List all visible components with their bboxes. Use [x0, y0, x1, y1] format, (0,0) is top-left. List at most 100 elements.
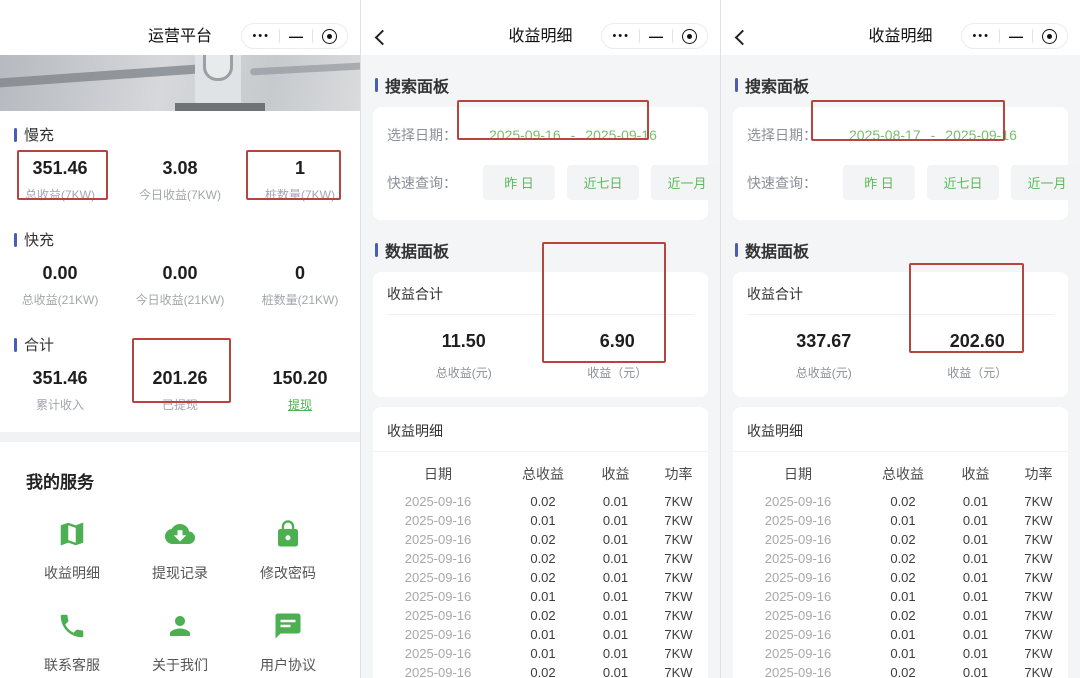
table-row: 2025-09-16 0.02 0.01 7KW — [373, 492, 708, 511]
cell-power: 7KW — [1024, 532, 1053, 547]
cell-income: 0.01 — [602, 665, 629, 678]
last-month-button[interactable]: 近一月 — [1011, 165, 1080, 200]
cell-power: 7KW — [1024, 513, 1053, 528]
cell-date: 2025-09-16 — [404, 513, 472, 528]
cell-income: 0.01 — [962, 665, 989, 678]
navbar: 运营平台 ••• — — [0, 0, 360, 55]
stat-total-income: 337.67 总收益(元) — [795, 331, 852, 380]
screen-income-detail-month: 收益明细 ••• — 搜索面板 选择日期： 2025-08-17 - 2025-… — [720, 0, 1080, 678]
col-header-total-income: 总收益 — [882, 466, 924, 482]
cell-income: 0.01 — [962, 646, 989, 661]
service-user-agreement[interactable]: 用户协议 — [260, 611, 316, 675]
cell-total-income: 0.02 — [530, 608, 556, 623]
yesterday-button[interactable]: 昨 日 — [483, 165, 555, 200]
cell-power: 7KW — [1024, 589, 1053, 604]
service-withdraw-records[interactable]: 提现记录 — [152, 519, 208, 583]
stat-fast-pile-count: 0 桩数量(21KW) — [261, 263, 339, 307]
minimize-icon[interactable]: — — [649, 29, 663, 43]
back-chevron-icon[interactable] — [734, 29, 751, 46]
cell-power: 7KW — [1024, 570, 1053, 585]
quick-query-row: 快速查询： 昨 日 近七日 近一月 — [747, 155, 1080, 210]
cell-total-income: 0.02 — [890, 608, 916, 623]
last-month-button[interactable]: 近一月 — [651, 165, 720, 200]
section-bar — [375, 243, 378, 257]
table-row: 2025-09-16 0.02 0.01 7KW — [373, 568, 708, 587]
cell-date: 2025-09-16 — [404, 608, 472, 623]
date-range-picker[interactable]: 2025-08-17 - 2025-09-16 — [835, 127, 1017, 143]
quick-query-label: 快速查询： — [387, 174, 457, 191]
table-header: 日期 总收益 收益 功率 — [733, 452, 1068, 492]
table-row: 2025-09-16 0.02 0.01 7KW — [733, 530, 1068, 549]
table-row: 2025-09-16 0.01 0.01 7KW — [373, 644, 708, 663]
cell-total-income: 0.02 — [530, 570, 556, 585]
withdraw-link[interactable]: 提现 — [240, 396, 360, 413]
date-start[interactable]: 2025-08-17 — [849, 127, 921, 143]
table-row: 2025-09-16 0.02 0.01 7KW — [733, 492, 1068, 511]
summary-title: 收益合计 — [387, 284, 694, 315]
cell-total-income: 0.02 — [530, 532, 556, 547]
stat-income: 6.90 收益（元） — [587, 331, 648, 380]
page-title: 收益明细 — [868, 28, 933, 45]
target-icon[interactable] — [682, 28, 697, 44]
more-options-icon[interactable]: ••• — [972, 30, 990, 42]
date-start[interactable]: 2025-09-16 — [489, 127, 561, 143]
date-range-picker[interactable]: 2025-09-16 - 2025-09-16 — [475, 127, 657, 143]
minimize-icon[interactable]: — — [1009, 29, 1023, 43]
service-income-detail[interactable]: 收益明细 — [44, 519, 100, 583]
total-stats: 351.46 累计收入 201.26 已提现 150.20 提现 — [0, 357, 360, 426]
target-icon[interactable] — [322, 28, 337, 44]
service-contact-support[interactable]: 联系客服 — [44, 611, 100, 675]
table-row: 2025-09-16 0.01 0.01 7KW — [733, 511, 1068, 530]
navbar: 收益明细 ••• — — [361, 0, 720, 55]
cell-power: 7KW — [1024, 646, 1053, 661]
cell-total-income: 0.01 — [530, 646, 556, 661]
yesterday-button[interactable]: 昨 日 — [843, 165, 915, 200]
cell-power: 7KW — [664, 608, 693, 623]
table-row: 2025-09-16 0.02 0.01 7KW — [733, 568, 1068, 587]
target-icon[interactable] — [1042, 28, 1057, 44]
section-total: 合计 — [0, 321, 360, 357]
page-title: 运营平台 — [147, 28, 212, 45]
cell-total-income: 0.02 — [530, 665, 556, 678]
date-label: 选择日期： — [747, 127, 817, 143]
cell-date: 2025-09-16 — [764, 627, 832, 642]
more-options-icon[interactable]: ••• — [252, 30, 270, 42]
capsule-divider — [1032, 29, 1033, 43]
stat-fast-total-income: 0.00 总收益(21KW) — [21, 263, 99, 307]
cell-total-income: 0.02 — [890, 570, 916, 585]
cell-power: 7KW — [1024, 665, 1053, 678]
table-row: 2025-09-16 0.02 0.01 7KW — [733, 606, 1068, 625]
cell-total-income: 0.01 — [890, 513, 916, 528]
stat-fast-today-income: 0.00 今日收益(21KW) — [135, 263, 225, 307]
income-summary-card: 收益合计 11.50 总收益(元) 6.90 收益（元） — [373, 272, 708, 397]
stat-slow-today-income: 3.08 今日收益(7KW) — [139, 158, 221, 202]
cell-total-income: 0.02 — [530, 551, 556, 566]
table-row: 2025-09-16 0.02 0.01 7KW — [373, 549, 708, 568]
date-end[interactable]: 2025-09-16 — [585, 127, 657, 143]
cell-income: 0.01 — [962, 513, 989, 528]
minimize-icon[interactable]: — — [289, 29, 303, 43]
service-about-us[interactable]: 关于我们 — [152, 611, 208, 675]
cell-power: 7KW — [664, 627, 693, 642]
income-detail-table-card: 收益明细 日期 总收益 收益 功率 2025-09-16 0.02 0.01 7… — [373, 407, 708, 678]
cell-date: 2025-09-16 — [404, 665, 472, 678]
fast-charge-stats: 0.00 总收益(21KW) 0.00 今日收益(21KW) 0 桩数量(21K… — [0, 252, 360, 321]
cell-date: 2025-09-16 — [404, 646, 472, 661]
cell-income: 0.01 — [602, 570, 629, 585]
table-row: 2025-09-16 0.01 0.01 7KW — [733, 587, 1068, 606]
cell-total-income: 0.01 — [530, 589, 556, 604]
date-end[interactable]: 2025-09-16 — [945, 127, 1017, 143]
more-options-icon[interactable]: ••• — [612, 30, 630, 42]
lock-icon — [273, 519, 303, 549]
cell-income: 0.01 — [962, 627, 989, 642]
last-7-days-button[interactable]: 近七日 — [927, 165, 999, 200]
last-7-days-button[interactable]: 近七日 — [567, 165, 639, 200]
cell-power: 7KW — [664, 570, 693, 585]
cell-date: 2025-09-16 — [764, 551, 832, 566]
services-grid: 收益明细 提现记录 修改密码 联系客服 关于我们 用户协议 — [18, 519, 342, 678]
section-title: 合计 — [24, 337, 55, 354]
back-chevron-icon[interactable] — [374, 29, 391, 46]
chat-icon — [273, 611, 303, 641]
service-change-password[interactable]: 修改密码 — [260, 519, 316, 583]
section-bar — [14, 337, 17, 352]
